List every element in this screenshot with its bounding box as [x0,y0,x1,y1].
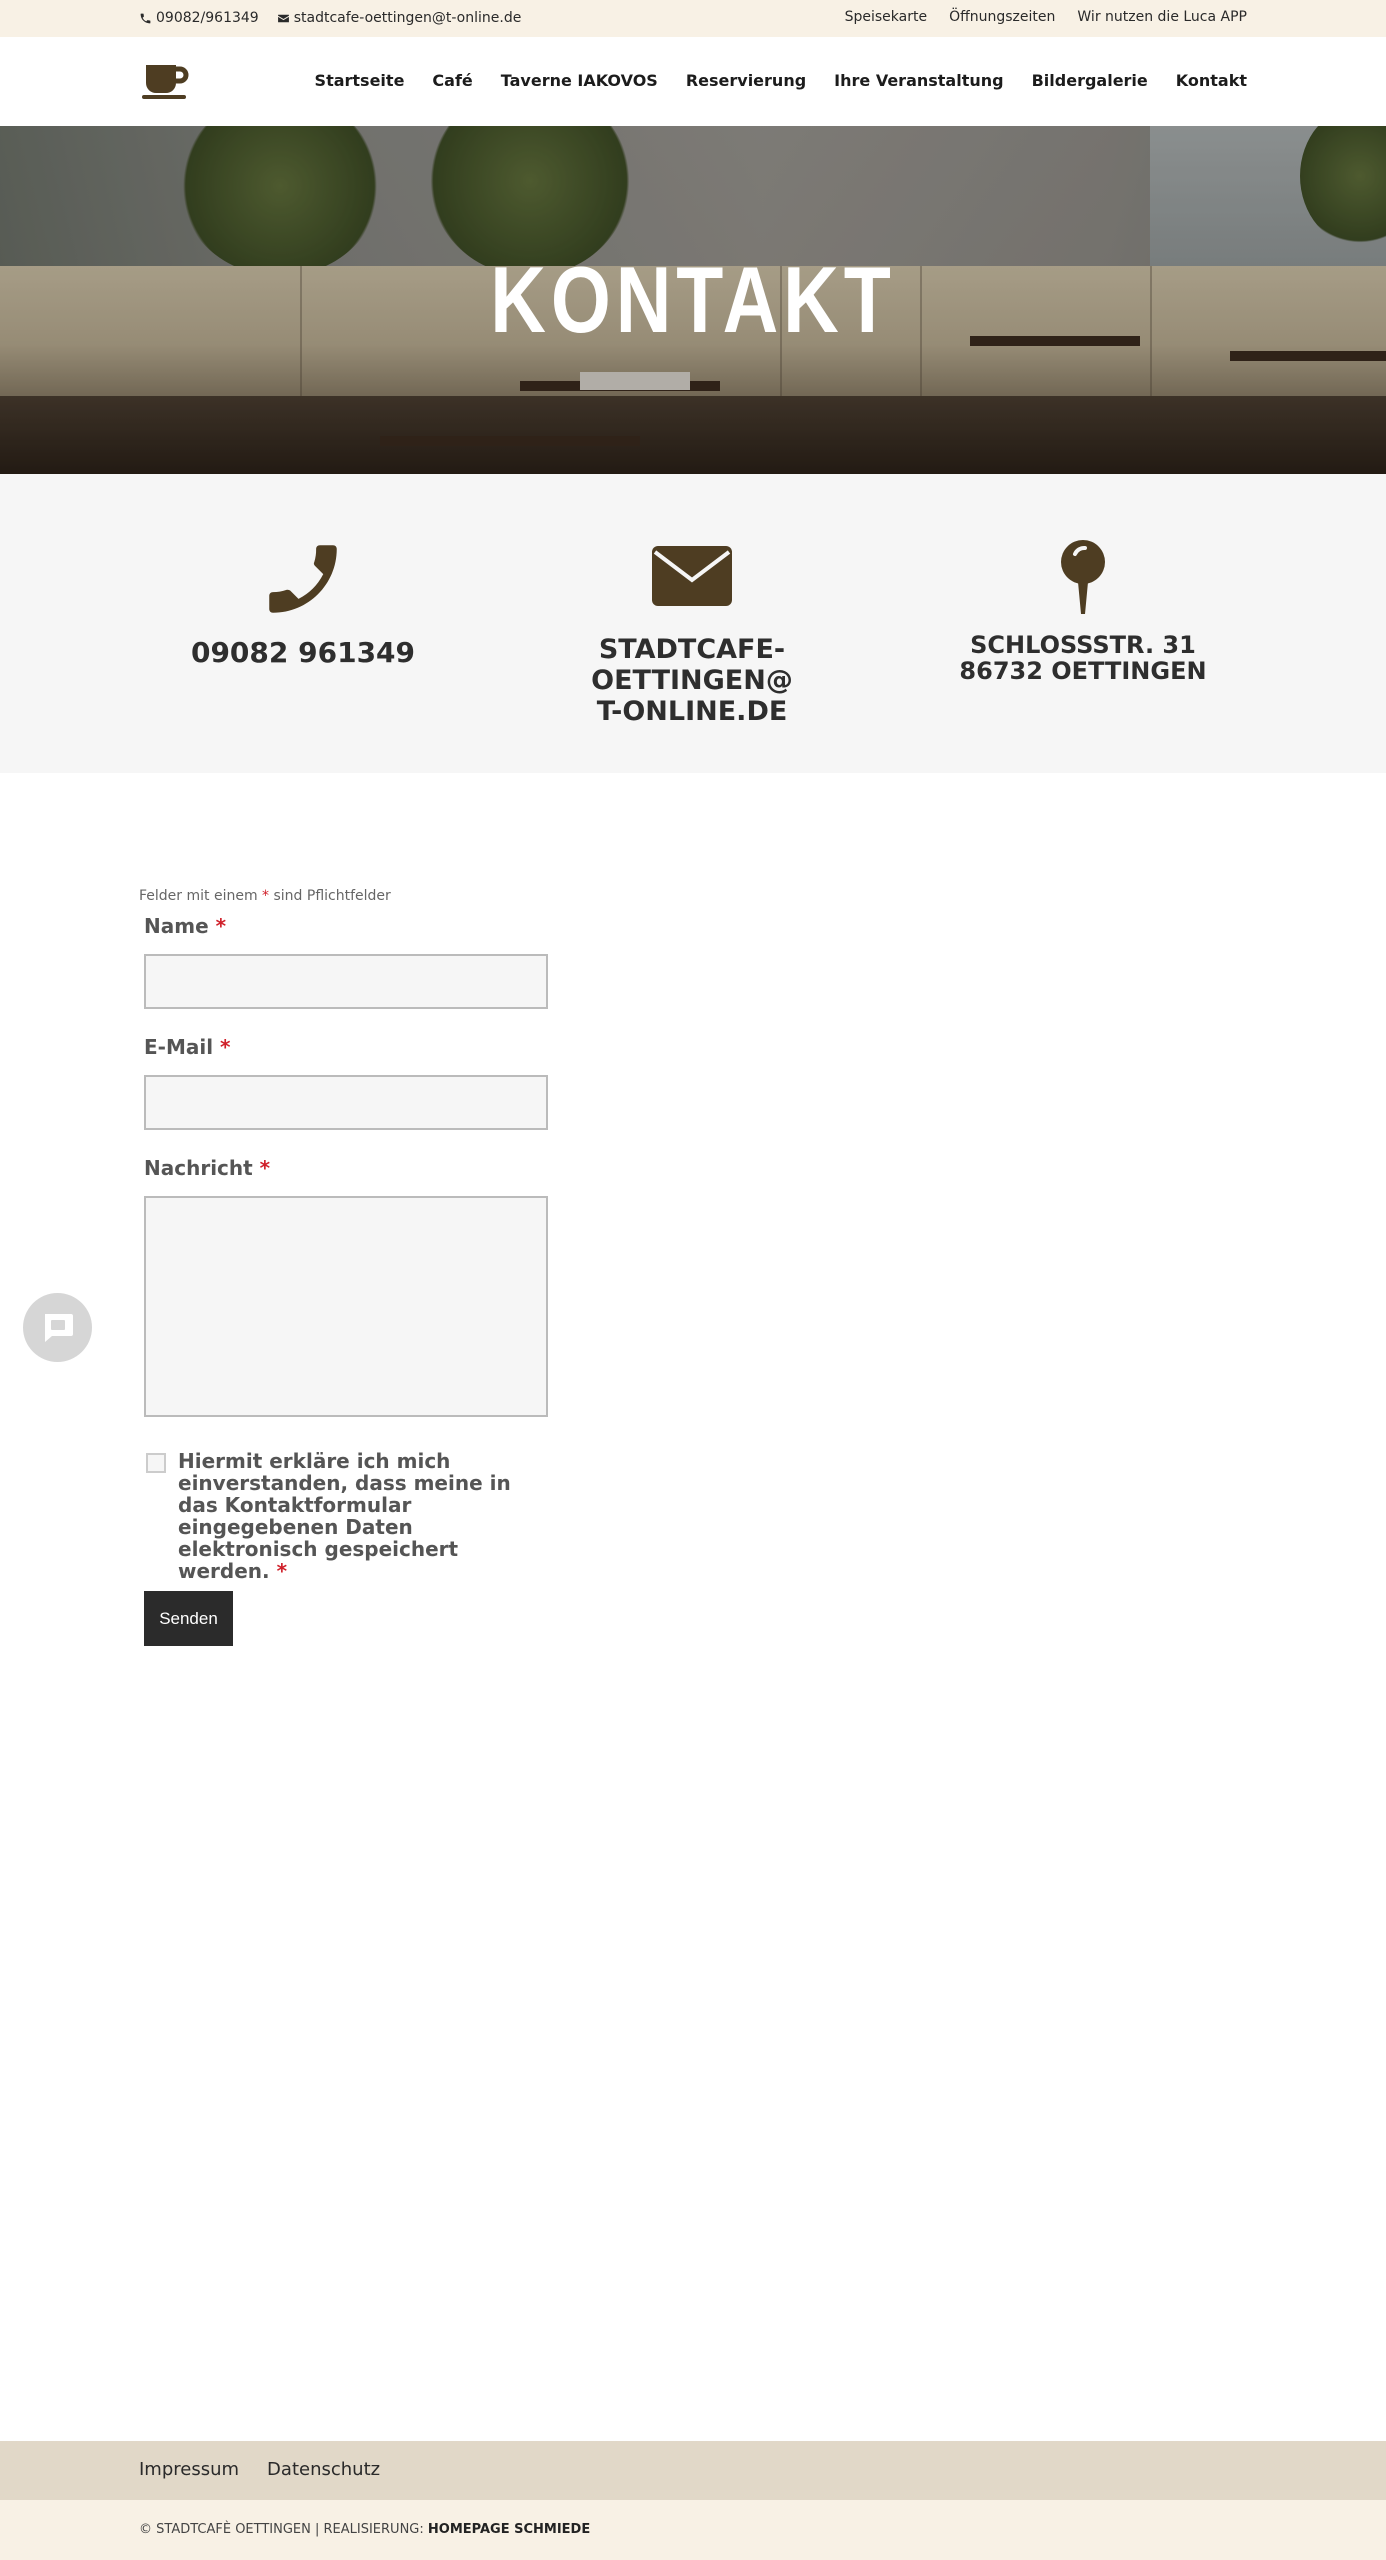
copyright-text: © STADTCAFÈ OETTINGEN | REALISIERUNG: [139,2522,424,2537]
required-note-pre: Felder mit einem [139,888,258,904]
info-address-line1: SCHLOSSSTR. 31 [970,631,1196,659]
topbar-link-speisekarte[interactable]: Speisekarte [845,9,927,25]
topbar-contact: 09082/961349 stadtcafe-oettingen@t-onlin… [139,10,521,26]
consent-checkbox[interactable] [146,1453,166,1473]
page-title: KONTAKT [490,247,896,352]
topbar-links: Speisekarte Öffnungszeiten Wir nutzen di… [845,9,1247,25]
topbar-link-luca-app[interactable]: Wir nutzen die Luca APP [1077,9,1247,25]
email-label-text: E-Mail [144,1035,214,1059]
info-phone-text: 09082 961349 [190,636,416,669]
site-header: Startseite Café Taverne IAKOVOS Reservie… [0,37,1386,126]
consent-row: Hiermit erkläre ich mich einverstanden, … [146,1450,526,1582]
map-pin-icon [1061,540,1105,614]
hero-banner: KONTAKT [0,126,1386,474]
consent-label: Hiermit erkläre ich mich einverstanden, … [178,1450,526,1582]
message-field[interactable] [144,1196,548,1417]
message-label: Nachricht * [144,1156,270,1180]
nav-item-veranstaltung[interactable]: Ihre Veranstaltung [834,71,1003,90]
required-note-post: sind Pflichtfelder [273,888,391,904]
nav-item-kontakt[interactable]: Kontakt [1176,71,1247,90]
consent-text: Hiermit erkläre ich mich einverstanden, … [178,1449,511,1583]
topbar-link-oeffnungszeiten[interactable]: Öffnungszeiten [949,9,1055,25]
footer-link-impressum[interactable]: Impressum [139,2459,239,2480]
agency-link[interactable]: HOMEPAGE SCHMIEDE [428,2522,590,2537]
phone-icon [269,545,337,613]
topbar-phone[interactable]: 09082/961349 [139,10,259,26]
top-bar: 09082/961349 stadtcafe-oettingen@t-onlin… [0,0,1386,37]
info-address-line2: 86732 OETTINGEN [959,657,1207,685]
phone-icon [140,13,151,23]
email-field[interactable] [144,1075,548,1130]
nav-item-bildergalerie[interactable]: Bildergalerie [1032,71,1148,90]
topbar-email[interactable]: stadtcafe-oettingen@t-online.de [277,10,522,26]
nav-item-reservierung[interactable]: Reservierung [686,71,806,90]
info-email[interactable]: STADTCAFE-OETTINGEN@ T-ONLINE.DE [502,534,882,727]
nav-item-taverne[interactable]: Taverne IAKOVOS [501,71,658,90]
required-marker: * [259,1156,271,1180]
required-marker: * [215,914,227,938]
required-fields-note: Felder mit einem * sind Pflichtfelder [139,888,391,904]
name-label-text: Name [144,914,209,938]
info-phone[interactable]: 09082 961349 [113,534,493,669]
footer-nav: Impressum Datenschutz [0,2441,1386,2500]
topbar-phone-text: 09082/961349 [156,10,259,26]
nav-item-startseite[interactable]: Startseite [315,71,405,90]
contact-info-section: 09082 961349 STADTCAFE-OETTINGEN@ T-ONLI… [0,474,1386,773]
nav-item-cafe[interactable]: Café [432,71,472,90]
required-marker: * [276,1559,288,1583]
footer-links: Impressum Datenschutz [139,2459,380,2480]
required-marker: * [220,1035,231,1059]
name-field[interactable] [144,954,548,1009]
name-label: Name * [144,914,226,938]
message-label-text: Nachricht [144,1156,253,1180]
footer-link-datenschutz[interactable]: Datenschutz [267,2459,380,2480]
chat-bubble-icon [44,1313,73,1342]
chat-widget[interactable] [23,1293,92,1362]
main-nav: Startseite Café Taverne IAKOVOS Reservie… [315,71,1247,90]
info-address[interactable]: SCHLOSSSTR. 31 86732 OETTINGEN [893,534,1273,684]
required-marker: * [262,888,270,904]
envelope-icon [277,14,289,22]
send-button[interactable]: Senden [144,1591,233,1646]
info-email-line2: T-ONLINE.DE [596,696,788,727]
info-email-line1: STADTCAFE-OETTINGEN@ [591,634,793,696]
envelope-icon [652,546,732,606]
topbar-email-text: stadtcafe-oettingen@t-online.de [293,10,522,26]
email-label: E-Mail * [144,1035,231,1059]
copyright: © STADTCAFÈ OETTINGEN | REALISIERUNG: HO… [139,2522,590,2537]
coffee-cup-icon[interactable] [140,61,192,101]
footer-bottom: © STADTCAFÈ OETTINGEN | REALISIERUNG: HO… [0,2500,1386,2560]
